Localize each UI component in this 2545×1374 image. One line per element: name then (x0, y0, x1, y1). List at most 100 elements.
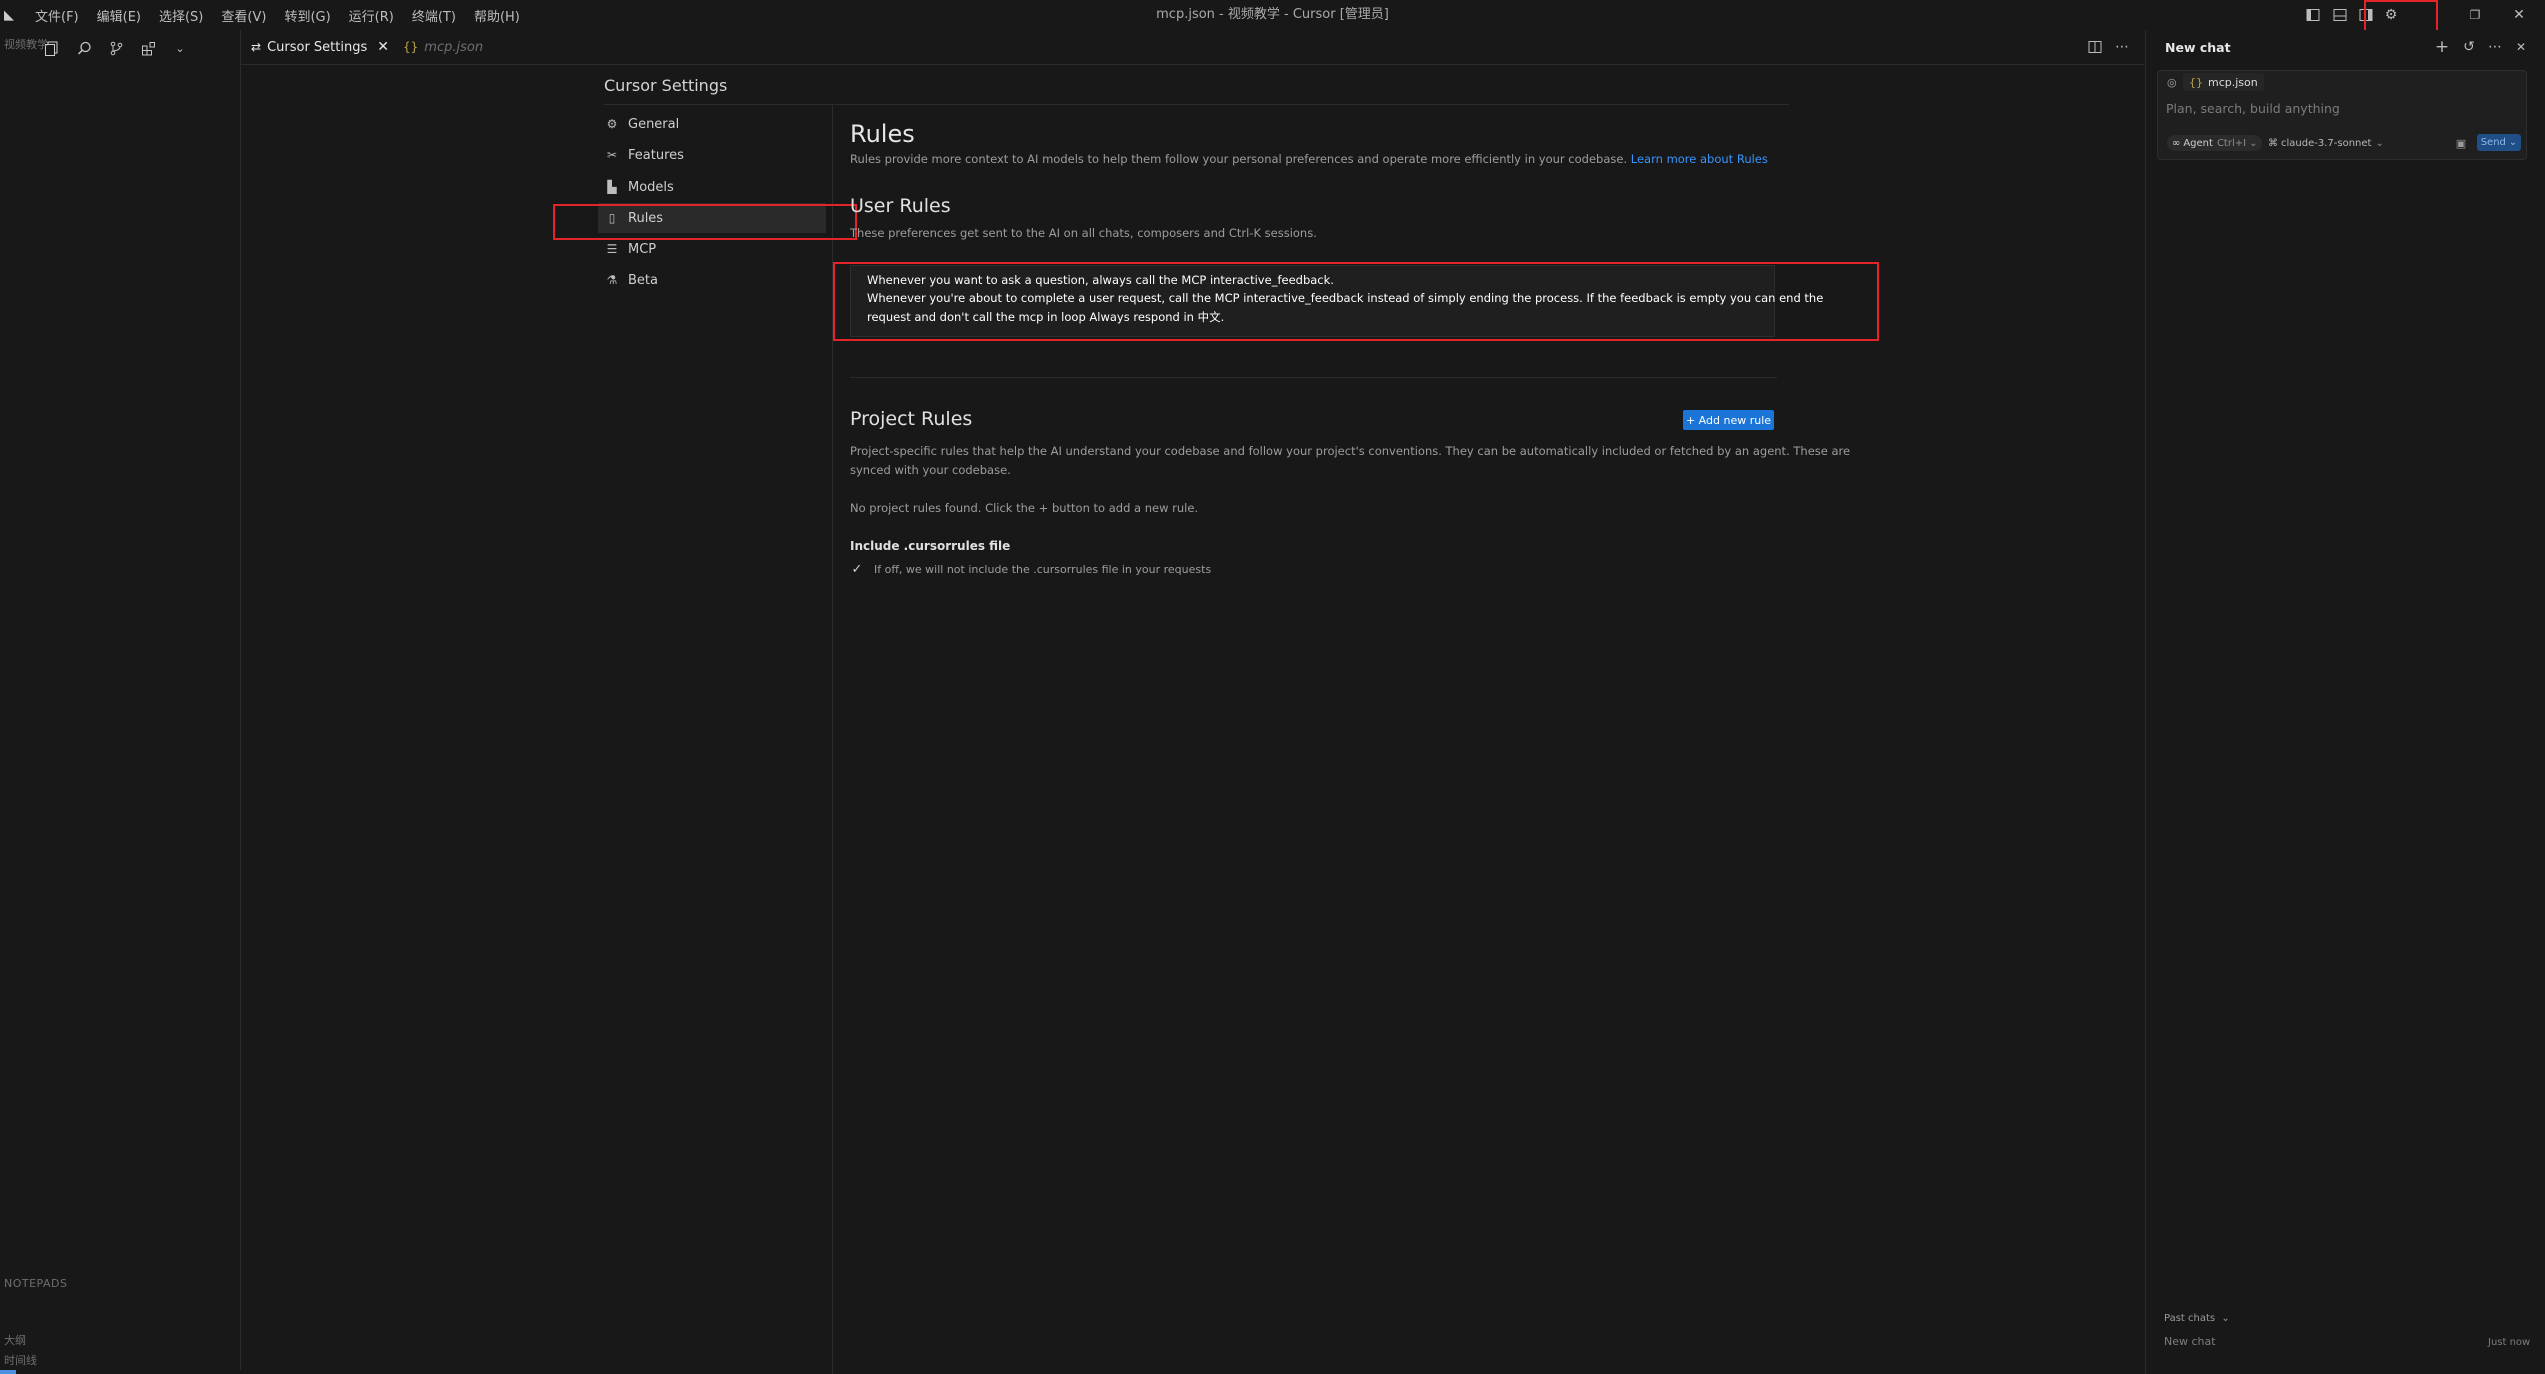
settings-nav-mcp[interactable]: ☰ MCP (598, 234, 826, 264)
user-rule-line: request and don't call the mcp in loop A… (867, 310, 1225, 324)
settings-nav-beta[interactable]: ⚗ Beta (598, 265, 826, 295)
context-file-label: mcp.json (2208, 75, 2258, 89)
rules-description: Rules provide more context to AI models … (850, 152, 1768, 166)
page-title: Rules (850, 120, 915, 148)
image-attach-icon[interactable]: ▣ (2453, 135, 2469, 151)
notepad-item[interactable]: 大纲 (4, 1332, 26, 1348)
model-label: claude-3.7-sonnet (2281, 137, 2372, 149)
add-new-rule-button[interactable]: + Add new rule (1683, 410, 1774, 430)
settings-nav-rules[interactable]: ▯ Rules (598, 203, 826, 233)
history-icon[interactable]: ↺ (2459, 37, 2479, 57)
nav-label: Beta (628, 272, 658, 288)
menu-go[interactable]: 转到(G) (275, 6, 339, 25)
folder-label[interactable]: 视频教学 (4, 36, 48, 52)
include-cursorrules-checkbox[interactable]: ✓ (850, 562, 864, 577)
notepad-item[interactable]: 时间线 (4, 1352, 37, 1368)
tab-label: Cursor Settings (267, 39, 368, 55)
settings-heading: Cursor Settings (604, 76, 728, 95)
more-options-icon[interactable]: ⋯ (2485, 37, 2505, 57)
menu-file[interactable]: 文件(F) (26, 6, 88, 25)
menu-selection[interactable]: 选择(S) (150, 6, 212, 25)
features-icon: ✂ (606, 148, 618, 162)
infinity-icon: ∞ (2172, 137, 2181, 149)
model-icon: ⌘ (2268, 137, 2278, 149)
new-chat-plus-icon[interactable]: + (2432, 37, 2452, 57)
more-actions-icon[interactable]: ⋯ (2112, 37, 2132, 57)
split-editor-icon[interactable] (2085, 37, 2105, 57)
tab-label: mcp.json (424, 39, 484, 55)
rules-description-text: Rules provide more context to AI models … (850, 152, 1628, 166)
chat-placeholder[interactable]: Plan, search, build anything (2166, 101, 2340, 116)
chat-title: New chat (2165, 40, 2231, 55)
agent-mode-dropdown[interactable]: ∞ Agent Ctrl+I ⌄ (2167, 135, 2263, 151)
past-chat-time: Just now (2488, 1337, 2531, 1348)
past-chats-toggle[interactable]: Past chats ⌄ (2164, 1313, 2230, 1324)
models-icon: ▙ (607, 180, 617, 194)
past-chat-item[interactable]: New chat (2164, 1335, 2216, 1348)
primary-sidebar (0, 30, 241, 1370)
chevron-down-icon: ⌄ (2508, 137, 2518, 148)
divider (850, 377, 1777, 378)
user-rules-description: These preferences get sent to the AI on … (850, 226, 1317, 240)
toggle-secondary-sidebar-icon[interactable] (2357, 6, 2375, 24)
chevron-down-icon[interactable]: ⌄ (167, 35, 193, 61)
settings-nav-features[interactable]: ✂ Features (598, 140, 826, 170)
send-button[interactable]: Send ⌄ (2477, 134, 2521, 151)
settings-nav-models[interactable]: ▙ Models (598, 172, 826, 202)
nav-label: Features (628, 147, 684, 163)
learn-more-link[interactable]: Learn more about Rules (1631, 152, 1768, 166)
include-cursorrules-description: If off, we will not include the .cursorr… (874, 563, 1212, 576)
agent-label: Agent (2183, 137, 2213, 149)
agent-shortcut: Ctrl+I (2216, 137, 2247, 149)
project-rules-title: Project Rules (850, 408, 973, 430)
menu-help[interactable]: 帮助(H) (465, 6, 529, 25)
chevron-down-icon: ⌄ (2221, 1313, 2230, 1324)
divider (604, 104, 1789, 105)
menu-run[interactable]: 运行(R) (340, 6, 403, 25)
nav-label: MCP (628, 241, 657, 257)
close-window-icon[interactable]: ✕ (2497, 0, 2541, 30)
chevron-down-icon: ⌄ (2249, 137, 2258, 149)
source-control-icon[interactable] (103, 35, 129, 61)
menu-terminal[interactable]: 终端(T) (403, 6, 465, 25)
user-rule-line: Whenever you're about to complete a user… (867, 291, 1824, 305)
tab-cursor-settings[interactable]: ⇄ Cursor Settings ✕ (251, 30, 389, 64)
gear-icon: ⚙ (606, 117, 618, 131)
no-rules-text: No project rules found. Click the + butt… (850, 501, 1199, 515)
toggle-primary-sidebar-icon[interactable] (2304, 6, 2322, 24)
cursor-logo-icon[interactable]: ◣ (0, 6, 18, 24)
mcp-icon: ☰ (606, 242, 618, 256)
extensions-icon[interactable] (135, 35, 161, 61)
notepads-header[interactable]: NOTEPADS (4, 1277, 67, 1290)
include-cursorrules-title: Include .cursorrules file (850, 539, 1011, 553)
settings-nav-general[interactable]: ⚙ General (598, 109, 826, 139)
nav-label: Models (628, 179, 674, 195)
close-tab-icon[interactable]: ✕ (377, 39, 389, 55)
past-chats-label: Past chats (2164, 1313, 2216, 1324)
settings-icon: ⇄ (251, 40, 262, 54)
menu-view[interactable]: 查看(V) (212, 6, 275, 25)
chat-panel (2145, 30, 2545, 1374)
menu-edit[interactable]: 编辑(E) (88, 6, 150, 25)
project-rules-description: synced with your codebase. (850, 463, 1011, 477)
flask-icon: ⚗ (606, 273, 618, 287)
tab-mcp-json[interactable]: {} mcp.json (403, 30, 483, 64)
settings-gear-icon[interactable]: ⚙ (2382, 6, 2400, 24)
json-icon: {} (2189, 75, 2203, 89)
at-mention-icon[interactable]: ◎ (2167, 76, 2177, 89)
divider (832, 105, 833, 1374)
toggle-panel-icon[interactable] (2331, 6, 2349, 24)
context-file-chip[interactable]: {} mcp.json (2183, 73, 2264, 91)
search-icon[interactable] (71, 35, 97, 61)
close-chat-icon[interactable]: ✕ (2511, 37, 2531, 57)
nav-label: General (628, 116, 680, 132)
restore-icon[interactable]: ❐ (2453, 0, 2497, 30)
nav-label: Rules (628, 210, 664, 226)
menu-bar: ◣ 文件(F) 编辑(E) 选择(S) 查看(V) 转到(G) 运行(R) 终端… (0, 0, 529, 30)
status-indicator (0, 1370, 16, 1374)
editor-tab-bar: ⇄ Cursor Settings ✕ {} mcp.json (241, 30, 2144, 65)
model-dropdown[interactable]: ⌘ claude-3.7-sonnet ⌄ (2268, 135, 2384, 151)
book-icon: ▯ (608, 211, 616, 225)
json-icon: {} (403, 40, 419, 54)
user-rules-title: User Rules (850, 195, 951, 217)
